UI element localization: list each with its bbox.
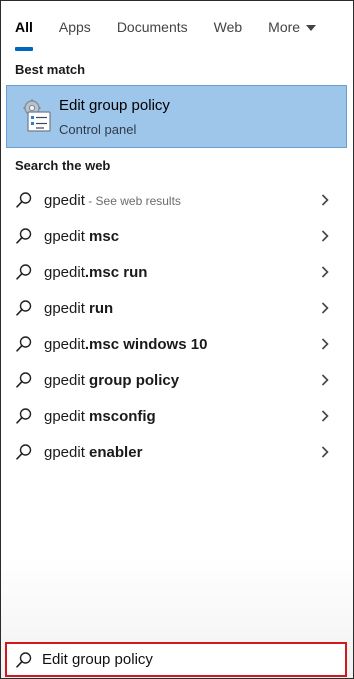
group-policy-icon (23, 99, 51, 132)
result-query: gpedit (44, 227, 90, 245)
result-hint: - See web results (84, 193, 181, 208)
chevron-right-icon (321, 266, 329, 278)
result-query: gpedit (44, 191, 85, 209)
result-suggestion: .msc run (84, 263, 148, 281)
search-tabs: All Apps Documents Web More (1, 1, 353, 53)
web-result-label: gpedit msconfig (44, 408, 156, 425)
web-result-label: gpedit group policy (44, 372, 179, 389)
result-query: gpedit (44, 263, 85, 281)
tab-documents-label: Documents (116, 19, 188, 35)
search-icon (16, 372, 32, 388)
result-query: gpedit (44, 335, 85, 353)
chevron-right-icon (321, 374, 329, 386)
result-query: gpedit (44, 407, 90, 425)
tab-documents[interactable]: Documents (117, 1, 188, 53)
search-icon (16, 652, 32, 668)
tab-all-label: All (15, 19, 33, 35)
tab-more-label: More (268, 19, 301, 35)
web-result-item[interactable]: gpedit - See web results (1, 182, 353, 218)
search-icon (16, 408, 32, 424)
web-result-label: gpedit.msc windows 10 (44, 336, 207, 353)
search-box[interactable] (5, 642, 347, 677)
best-match-result[interactable]: Edit group policy Control panel (6, 85, 347, 148)
web-heading: Search the web (15, 158, 111, 173)
result-suggestion: enabler (89, 443, 143, 461)
caret-down-icon (306, 24, 317, 31)
search-icon (16, 228, 32, 244)
web-result-label: gpedit - See web results (44, 192, 181, 209)
web-result-label: gpedit enabler (44, 444, 142, 461)
web-result-item[interactable]: gpedit group policy (1, 362, 353, 398)
tab-web-label: Web (213, 19, 243, 35)
result-suggestion: msc (89, 227, 120, 245)
result-suggestion: .msc windows 10 (84, 335, 208, 353)
chevron-right-icon (321, 410, 329, 422)
best-match-subtitle: Control panel (59, 122, 137, 137)
web-result-item[interactable]: gpedit run (1, 290, 353, 326)
web-result-label: gpedit run (44, 300, 113, 317)
tab-web[interactable]: Web (214, 1, 243, 53)
result-suggestion: msconfig (89, 407, 156, 425)
chevron-right-icon (321, 230, 329, 242)
web-result-item[interactable]: gpedit msc (1, 218, 353, 254)
search-icon (16, 300, 32, 316)
search-icon (16, 192, 32, 208)
tab-apps-label: Apps (58, 19, 91, 35)
search-icon (16, 444, 32, 460)
web-result-item[interactable]: gpedit enabler (1, 434, 353, 470)
tab-all[interactable]: All (15, 1, 33, 53)
search-icon (16, 264, 32, 280)
web-result-item[interactable]: gpedit msconfig (1, 398, 353, 434)
tab-more[interactable]: More (268, 1, 317, 53)
tab-apps[interactable]: Apps (59, 1, 91, 53)
result-suggestion: group policy (89, 371, 180, 389)
web-result-item[interactable]: gpedit.msc run (1, 254, 353, 290)
search-input[interactable] (42, 647, 332, 672)
search-icon (16, 336, 32, 352)
result-query: gpedit (44, 299, 90, 317)
web-result-item[interactable]: gpedit.msc windows 10 (1, 326, 353, 362)
web-result-label: gpedit msc (44, 228, 119, 245)
chevron-right-icon (321, 194, 329, 206)
chevron-right-icon (321, 446, 329, 458)
result-query: gpedit (44, 443, 90, 461)
chevron-right-icon (321, 302, 329, 314)
best-match-title: Edit group policy (59, 97, 170, 114)
best-match-heading: Best match (15, 62, 86, 77)
search-panel: All Apps Documents Web More Best match E… (0, 0, 354, 679)
result-suggestion: run (89, 299, 114, 317)
result-query: gpedit (44, 371, 90, 389)
chevron-right-icon (321, 338, 329, 350)
web-result-label: gpedit.msc run (44, 264, 147, 281)
